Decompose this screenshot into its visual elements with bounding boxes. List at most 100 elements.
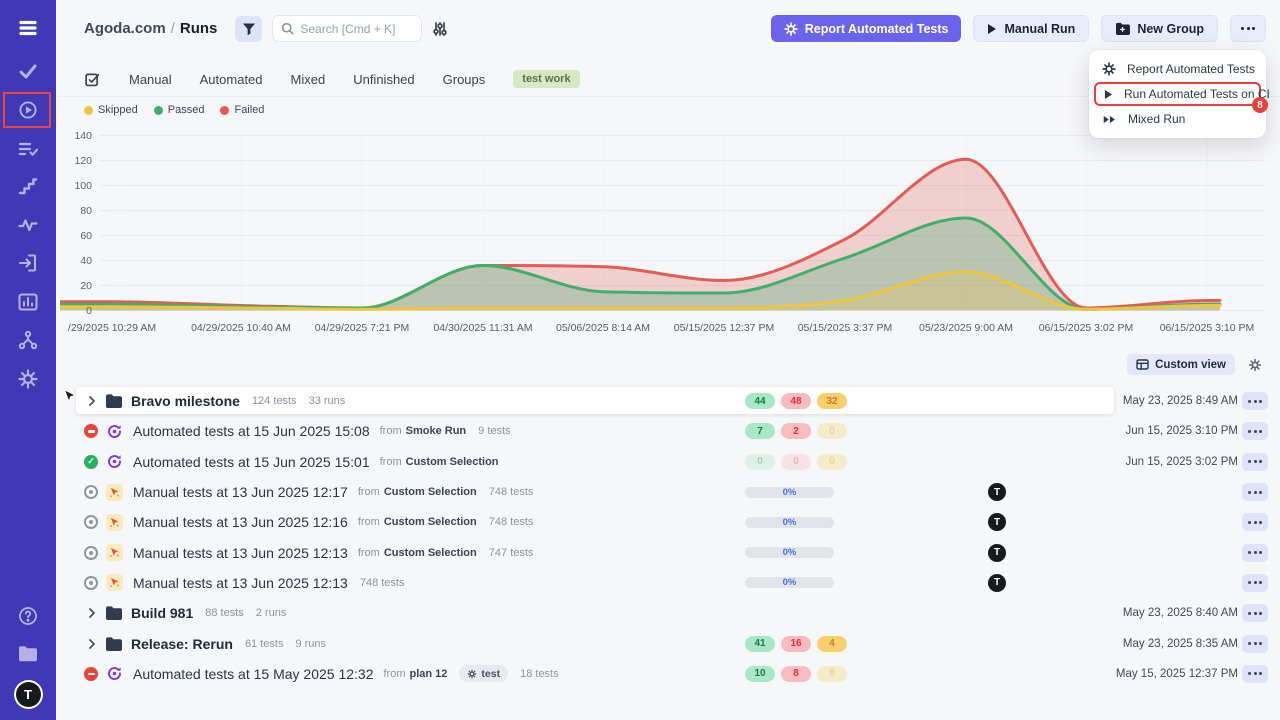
sidebar-item-runs[interactable] (0, 92, 56, 128)
hamburger-menu-icon[interactable] (0, 10, 56, 46)
search-input[interactable] (300, 22, 410, 36)
view-settings-button[interactable] (1244, 354, 1266, 375)
table-row-run[interactable]: Manual tests at 13 Jun 2025 12:16 from C… (56, 507, 1280, 537)
table-row-run[interactable]: Manual tests at 13 Jun 2025 12:17 from C… (56, 477, 1280, 507)
sidebar-item-help[interactable] (0, 598, 56, 634)
passed-badge: 7 (745, 423, 775, 439)
pending-status-icon (84, 546, 98, 560)
table-row-group[interactable]: Build 981 88 tests 2 runs May 23, 2025 8… (56, 598, 1280, 628)
table-row-group[interactable]: Release: Rerun 61 tests 9 runs 41 16 4 M… (56, 628, 1280, 658)
legend-item-failed[interactable]: Failed (220, 104, 264, 116)
failed-status-icon (84, 424, 98, 438)
run-title[interactable]: Automated tests at 15 Jun 2025 15:01 (133, 454, 370, 470)
chevron-right-icon[interactable] (84, 396, 100, 406)
row-more-button[interactable] (1242, 604, 1268, 622)
new-group-button[interactable]: New Group (1101, 15, 1218, 42)
failed-badge: 0 (781, 454, 811, 470)
progress-value: 0% (783, 577, 797, 588)
menu-item-run-automated-tests-on-ci[interactable]: Run Automated Tests on CI 8 (1094, 82, 1261, 106)
from-source: Custom Selection (384, 516, 477, 528)
sidebar-item-tests[interactable] (0, 53, 56, 89)
table-row-run[interactable]: Automated tests at 15 May 2025 12:32 fro… (56, 659, 1280, 689)
branch-icon (17, 329, 39, 351)
row-more-button[interactable] (1242, 392, 1268, 410)
assignee-avatar[interactable]: T (988, 574, 1006, 592)
run-date: May 23, 2025 8:49 AM (1123, 395, 1238, 407)
report-automated-tests-button[interactable]: Report Automated Tests (771, 15, 962, 42)
filter-tag-test-work[interactable]: test work (513, 70, 579, 88)
tune-sliders-icon[interactable] (432, 21, 448, 37)
gear-icon (1248, 358, 1262, 372)
chevron-right-icon[interactable] (84, 608, 100, 618)
folder-icon (106, 637, 122, 651)
run-tag[interactable]: test (459, 665, 508, 682)
sidebar-item-milestones[interactable] (0, 169, 56, 205)
failed-badge: 8 (781, 666, 811, 682)
svg-text:0: 0 (86, 305, 92, 317)
skipped-badge: 32 (817, 393, 847, 409)
passed-badge: 44 (745, 393, 775, 409)
legend-item-passed[interactable]: Passed (154, 104, 205, 116)
tab-automated[interactable]: Automated (200, 72, 263, 87)
assignee-avatar[interactable]: T (988, 544, 1006, 562)
sidebar-item-analytics[interactable] (0, 284, 56, 320)
assignee-avatar[interactable]: T (988, 483, 1006, 501)
run-title[interactable]: Automated tests at 15 Jun 2025 15:08 (133, 423, 370, 439)
tab-mixed[interactable]: Mixed (291, 72, 326, 87)
sidebar-item-projects[interactable] (0, 636, 56, 672)
bar-chart-icon (17, 291, 39, 313)
custom-view-button[interactable]: Custom view (1127, 354, 1235, 375)
tab-unfinished[interactable]: Unfinished (353, 72, 414, 87)
tests-count: 747 tests (489, 547, 534, 559)
run-title[interactable]: Automated tests at 15 May 2025 12:32 (133, 666, 374, 682)
svg-text:04/29/2025 10:40 AM: 04/29/2025 10:40 AM (191, 322, 291, 334)
more-actions-button[interactable] (1230, 15, 1266, 42)
breadcrumb-project[interactable]: Agoda.com (84, 20, 166, 37)
table-row-run[interactable]: Manual tests at 13 Jun 2025 12:13 from C… (56, 537, 1280, 567)
from-label: from (358, 547, 380, 559)
runs-checklist-icon[interactable] (84, 71, 101, 88)
breadcrumb: Agoda.com/Runs (84, 20, 217, 37)
sidebar-item-import[interactable] (0, 245, 56, 281)
row-more-button[interactable] (1242, 635, 1268, 653)
sidebar-item-test-plans[interactable] (0, 131, 56, 167)
search-icon (281, 22, 294, 35)
assignee-avatar[interactable]: T (988, 513, 1006, 531)
actions-dropdown-menu: Report Automated Tests Run Automated Tes… (1089, 50, 1266, 138)
table-row-run[interactable]: Automated tests at 15 Jun 2025 15:01 fro… (56, 447, 1280, 477)
search-box[interactable] (272, 15, 422, 42)
row-more-button[interactable] (1242, 574, 1268, 592)
tab-groups[interactable]: Groups (443, 72, 486, 87)
tab-manual[interactable]: Manual (129, 72, 172, 87)
row-more-button[interactable] (1242, 544, 1268, 562)
run-title[interactable]: Manual tests at 13 Jun 2025 12:13 (133, 545, 348, 561)
sidebar-item-activity[interactable] (0, 207, 56, 243)
menu-item-mixed-run[interactable]: Mixed Run (1089, 107, 1266, 131)
sidebar: T (0, 0, 56, 720)
import-icon (17, 252, 39, 274)
chevron-right-icon[interactable] (84, 639, 100, 649)
row-more-button[interactable] (1242, 513, 1268, 531)
group-title[interactable]: Bravo milestone (131, 393, 240, 409)
result-badges: 41 16 4 (745, 636, 847, 652)
filter-button[interactable] (235, 16, 262, 42)
run-title[interactable]: Manual tests at 13 Jun 2025 12:13 (133, 575, 348, 591)
sidebar-item-settings[interactable] (0, 361, 56, 397)
group-title[interactable]: Release: Rerun (131, 636, 233, 652)
sidebar-item-branches[interactable] (0, 322, 56, 358)
table-row-group[interactable]: Bravo milestone 124 tests 33 runs 44 48 … (56, 386, 1280, 416)
menu-item-report-automated-tests[interactable]: Report Automated Tests (1089, 57, 1266, 81)
row-more-button[interactable] (1242, 422, 1268, 440)
workspace-logo[interactable]: T (0, 676, 56, 712)
manual-run-button[interactable]: Manual Run (973, 15, 1089, 42)
table-row-run[interactable]: Automated tests at 15 Jun 2025 15:08 fro… (56, 416, 1280, 446)
row-more-button[interactable] (1242, 453, 1268, 471)
group-title[interactable]: Build 981 (131, 605, 193, 621)
row-more-button[interactable] (1242, 483, 1268, 501)
table-row-run[interactable]: Manual tests at 13 Jun 2025 12:13 748 te… (56, 568, 1280, 598)
row-more-button[interactable] (1242, 665, 1268, 683)
folder-icon (106, 606, 122, 620)
run-title[interactable]: Manual tests at 13 Jun 2025 12:17 (133, 484, 348, 500)
legend-item-skipped[interactable]: Skipped (84, 104, 138, 116)
run-title[interactable]: Manual tests at 13 Jun 2025 12:16 (133, 514, 348, 530)
